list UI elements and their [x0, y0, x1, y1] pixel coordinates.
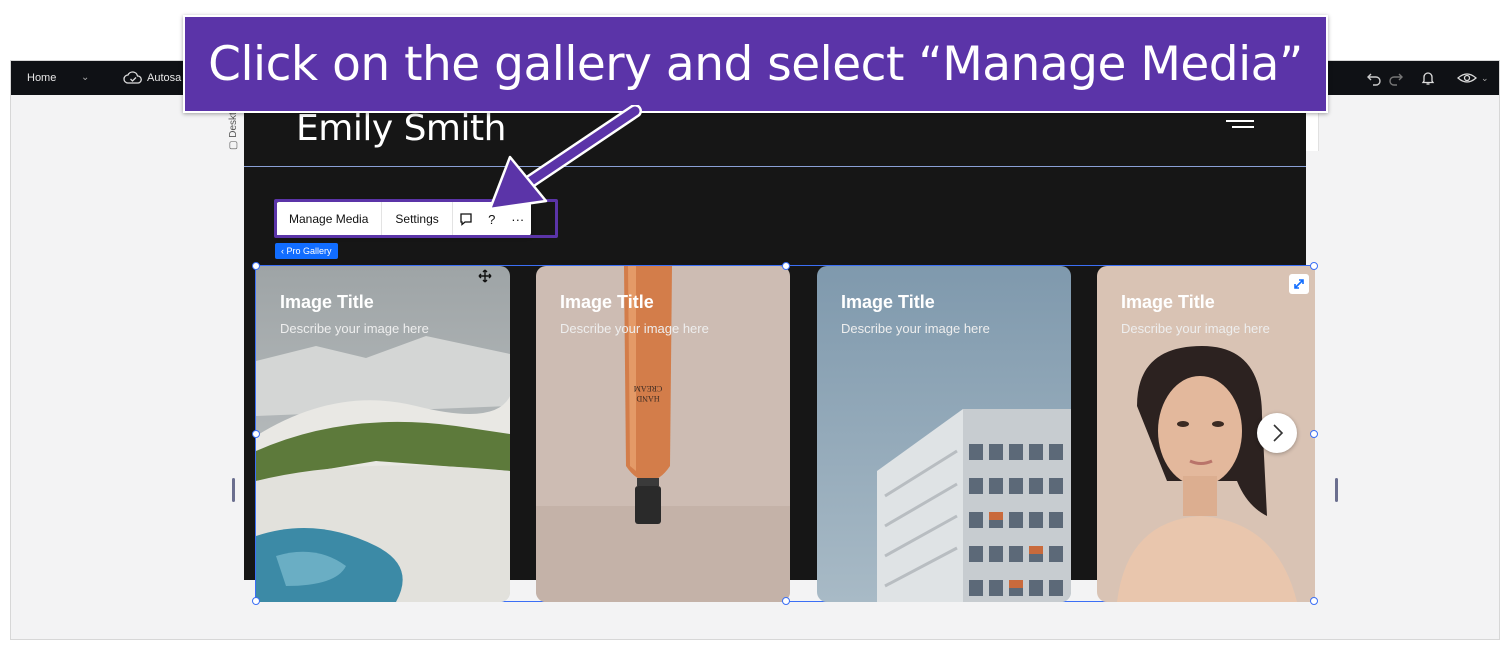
chevron-right-icon	[1273, 424, 1284, 442]
callout-text: Click on the gallery and select “Manage …	[208, 36, 1303, 92]
resize-handle[interactable]	[252, 262, 260, 270]
gallery-item[interactable]: Image Title Describe your image here	[817, 266, 1071, 602]
item-title: Image Title	[1121, 292, 1215, 312]
redo-icon[interactable]	[1388, 70, 1404, 86]
tube-label-line2: CREAM	[634, 384, 662, 393]
pointer-arrow-icon	[488, 105, 642, 211]
product-image: HAND CREAM	[536, 266, 790, 602]
resize-handle[interactable]	[782, 597, 790, 605]
resize-handle-left[interactable]	[232, 478, 235, 502]
item-description: Describe your image here	[560, 321, 709, 336]
resize-handle[interactable]	[1310, 597, 1318, 605]
page-selector[interactable]: Home	[27, 61, 56, 95]
item-description: Describe your image here	[1121, 321, 1270, 336]
landscape-image	[256, 266, 510, 602]
header-divider	[244, 166, 1306, 167]
expand-icon[interactable]	[1289, 274, 1309, 294]
item-title: Image Title	[560, 292, 654, 312]
resize-handle[interactable]	[252, 597, 260, 605]
hamburger-menu-icon[interactable]	[1226, 120, 1254, 132]
preview-eye-icon[interactable]	[1456, 70, 1478, 86]
resize-handle[interactable]	[1310, 262, 1318, 270]
item-description: Describe your image here	[280, 321, 429, 336]
item-description: Describe your image here	[841, 321, 990, 336]
cloud-check-icon	[123, 71, 142, 84]
building-image	[817, 266, 1071, 602]
move-icon[interactable]	[478, 269, 492, 283]
gallery-item[interactable]: HAND CREAM Image Title Describe your ima…	[536, 266, 790, 602]
instruction-callout: Click on the gallery and select “Manage …	[183, 15, 1328, 113]
gallery-next-button[interactable]	[1257, 413, 1297, 453]
tube-label-line1: HAND	[636, 394, 659, 403]
resize-handle[interactable]	[1310, 430, 1318, 438]
autosave-status: Autosa	[147, 72, 182, 84]
bell-icon[interactable]	[1420, 70, 1436, 86]
item-title: Image Title	[280, 292, 374, 312]
desktop-icon: ▢	[228, 140, 239, 150]
pro-gallery[interactable]: Image Title Describe your image here HAN…	[252, 262, 1318, 605]
resize-handle[interactable]	[252, 430, 260, 438]
pro-gallery-tag[interactable]: ‹ Pro Gallery	[275, 243, 338, 259]
undo-icon[interactable]	[1366, 70, 1382, 86]
chevron-down-icon[interactable]: ⌄	[1481, 61, 1489, 95]
resize-handle[interactable]	[782, 262, 790, 270]
gallery-item[interactable]: Image Title Describe your image here	[256, 266, 510, 602]
item-title: Image Title	[841, 292, 935, 312]
resize-handle-right[interactable]	[1335, 478, 1338, 502]
chevron-down-icon[interactable]: ⌄	[81, 61, 89, 95]
